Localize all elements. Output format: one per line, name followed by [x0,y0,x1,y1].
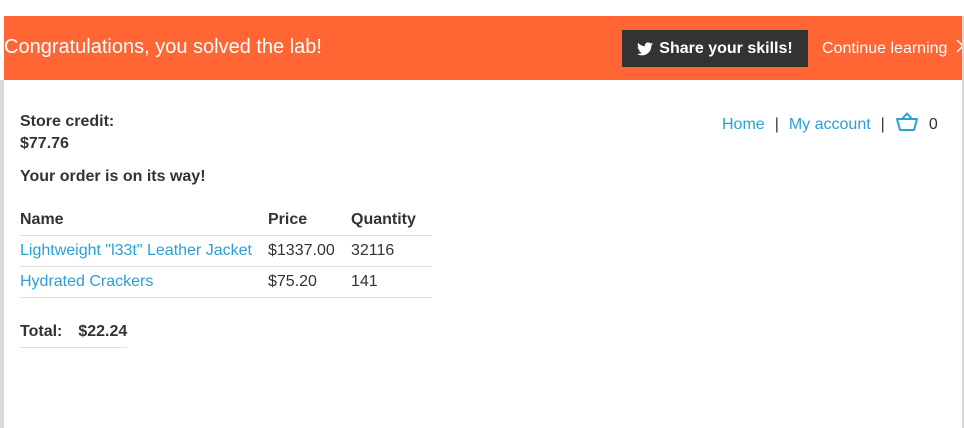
continue-learning-label: Continue learning [822,40,948,57]
order-table: Name Price Quantity Lightweight "l33t" L… [20,204,432,298]
cart-count: 0 [928,115,938,133]
column-header-quantity: Quantity [351,204,432,236]
total-label: Total: [20,323,63,340]
store-credit-label: Store credit: [20,113,115,130]
product-name-cell: Hydrated Crackers [20,266,268,298]
table-row: Lightweight "l33t" Leather Jacket $1337.… [20,235,432,267]
table-header-row: Name Price Quantity [20,204,432,236]
banner-message: Congratulations, you solved the lab! [4,36,322,58]
twitter-bird-icon [637,41,654,56]
table-row: Hydrated Crackers $75.20 141 [20,266,432,298]
column-header-name: Name [20,204,268,236]
share-skills-label: Share your skills! [659,39,793,57]
product-link[interactable]: Lightweight "l33t" Leather Jacket [20,242,252,259]
product-name-cell: Lightweight "l33t" Leather Jacket [20,235,268,267]
nav-separator: | [774,115,779,133]
column-header-price: Price [268,204,351,236]
lab-solved-banner: Congratulations, you solved the lab! Sha… [4,16,964,80]
store-credit-value: $77.76 [20,135,69,152]
cart-link[interactable]: 0 [895,112,938,137]
share-skills-button[interactable]: Share your skills! [622,30,808,67]
product-price-cell: $75.20 [268,266,351,298]
nav-separator: | [880,115,885,133]
continue-learning-link[interactable]: Continue learning [822,39,964,58]
basket-icon [895,112,919,137]
product-link[interactable]: Hydrated Crackers [20,273,153,290]
top-strip [0,0,964,16]
total-value: $22.24 [78,323,128,340]
nav-home-link[interactable]: Home [722,116,765,134]
order-status-message: Your order is on its way! [20,168,206,185]
product-price-cell: $1337.00 [268,235,351,267]
nav-my-account-link[interactable]: My account [789,116,871,134]
product-quantity-cell: 141 [351,266,432,298]
product-quantity-cell: 32116 [351,235,432,267]
left-border [0,80,4,428]
header-nav: Home | My account | 0 [722,112,938,137]
order-total: Total: $22.24 [20,323,127,348]
